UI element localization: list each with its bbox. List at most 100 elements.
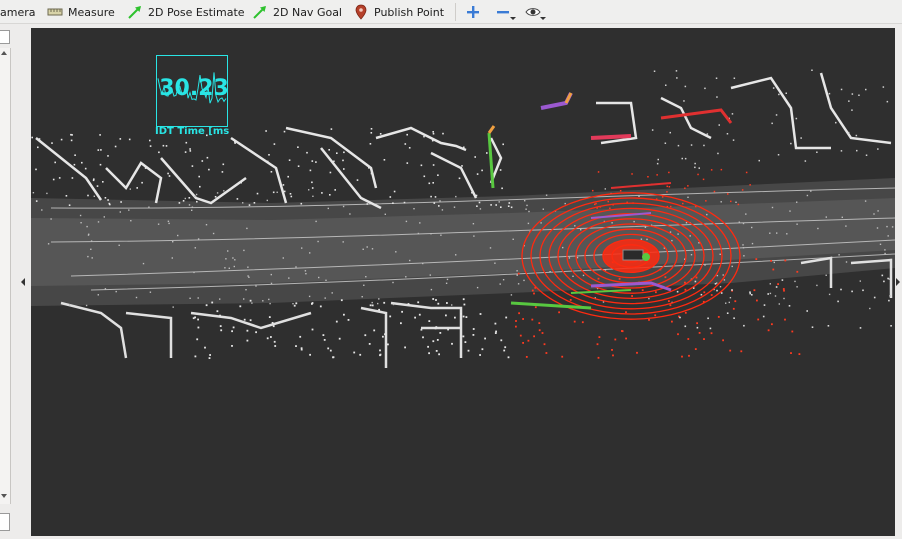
point [795,117,798,120]
point [882,86,885,88]
point [728,301,730,304]
point [214,196,217,198]
point [706,133,709,135]
nav-goal-tool[interactable]: 2D Nav Goal [252,0,342,24]
point [722,274,724,276]
point [709,327,712,330]
point [476,173,479,175]
3d-viewport[interactable]: 30.23 IDT Time [ms [31,28,895,536]
point [197,318,199,321]
point [489,247,492,249]
chevron-left-icon[interactable] [21,278,25,286]
point [534,306,537,309]
point [690,144,693,146]
zoom-in-button[interactable] [466,0,482,24]
point [325,279,327,281]
point [460,313,462,315]
point [640,238,643,240]
view-button[interactable] [525,0,543,24]
point [395,251,397,253]
point [495,204,497,206]
point [881,274,884,277]
point [664,276,667,279]
point [205,304,208,307]
point [653,70,656,72]
point [383,301,386,304]
point [432,182,434,184]
publish-point-tool[interactable]: Publish Point [353,0,444,24]
point [767,329,770,332]
point [144,167,147,169]
eye-icon [525,4,541,20]
scroll-down-arrow-icon[interactable] [1,494,7,498]
point [804,160,807,162]
point [794,280,796,283]
point [167,172,169,175]
point [848,100,850,102]
point [467,349,470,352]
point [703,144,705,147]
point [725,302,727,304]
panel-button[interactable] [0,513,10,531]
right-splitter[interactable] [895,24,902,539]
point [837,300,839,303]
chevron-right-icon[interactable] [896,278,900,286]
point [749,292,751,295]
point [172,241,174,243]
point [342,241,344,243]
point [430,233,432,235]
point [742,222,745,225]
point [436,339,439,341]
camera-tool[interactable]: amera [0,0,36,24]
point [538,322,541,324]
point [463,146,465,149]
point [666,191,668,193]
point [889,295,891,297]
panel-input[interactable] [0,30,10,44]
point [119,211,121,213]
chevron-down-icon[interactable] [510,17,516,20]
point [41,209,43,211]
point [720,292,723,294]
point [541,332,544,334]
point [93,195,95,197]
point [876,227,879,229]
point [368,343,371,345]
measure-tool[interactable]: Measure [47,0,115,24]
left-splitter[interactable] [18,24,30,539]
point [522,318,524,320]
point [232,257,234,259]
point [781,279,784,281]
point [304,270,307,272]
point [453,206,456,208]
point [128,209,130,211]
point [340,299,343,302]
pose-estimate-tool[interactable]: 2D Pose Estimate [127,0,245,24]
point [783,289,785,292]
point [677,233,679,235]
zoom-out-button[interactable] [496,0,512,24]
panel-scrollbar[interactable] [0,48,11,504]
point [234,259,236,261]
point [274,345,277,347]
point [817,227,819,230]
chevron-down-icon[interactable] [540,17,546,20]
point [464,341,467,343]
point [382,335,384,338]
point [38,138,41,140]
point [404,346,406,349]
point [710,294,713,296]
point [423,135,425,138]
point [378,308,380,311]
point [46,192,48,195]
point [742,247,745,249]
point [855,134,858,137]
point [582,274,585,277]
scroll-up-arrow-icon[interactable] [1,51,7,55]
point [288,277,290,279]
point [756,299,758,302]
point [687,196,689,198]
point [107,155,109,157]
point [698,167,700,169]
point [523,279,525,282]
